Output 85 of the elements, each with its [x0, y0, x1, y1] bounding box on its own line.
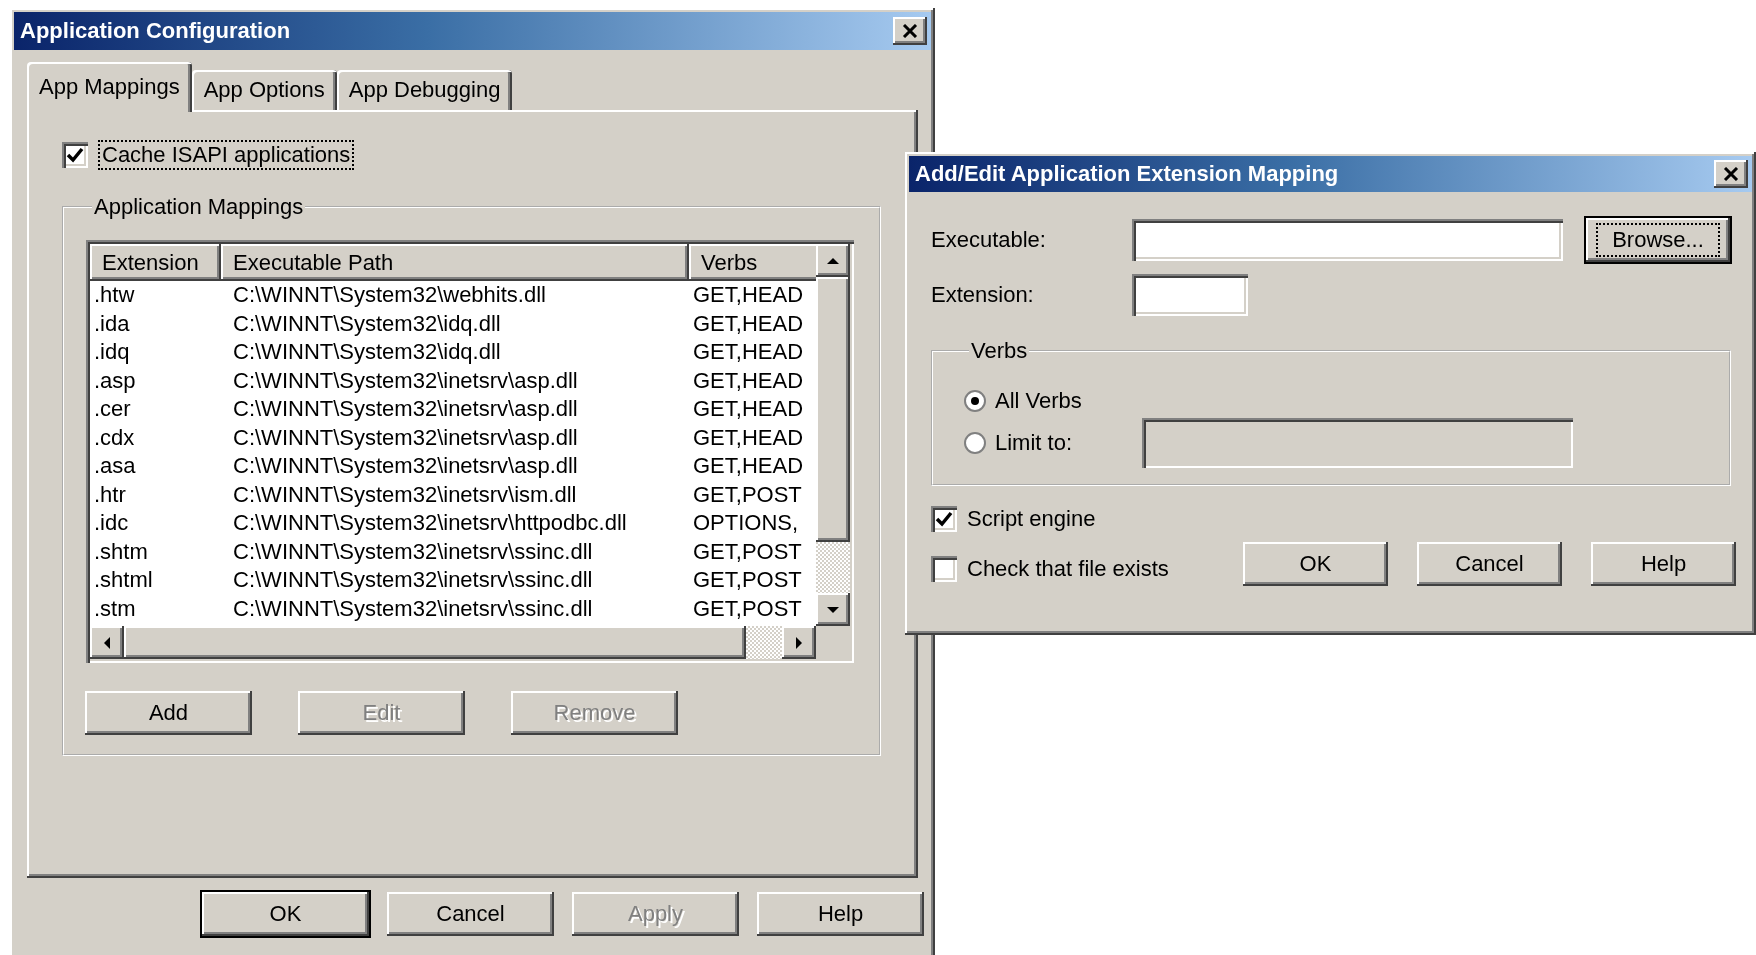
table-cell-text: C:\WINNT\System32\inetsrv\ssinc.dll [232, 538, 594, 565]
table-cell-text: C:\WINNT\System32\inetsrv\asp.dll [232, 453, 579, 480]
table-cell-text: .stm [93, 595, 137, 622]
scroll-thumb[interactable] [816, 277, 850, 542]
checkbox[interactable] [62, 142, 88, 168]
table-cell-text: .cdx [93, 424, 136, 451]
table-cell-text: C:\WINNT\System32\inetsrv\ssinc.dll [232, 567, 594, 594]
dialog-button[interactable]: OK [1241, 540, 1390, 588]
checkmark-icon [66, 147, 84, 163]
tab[interactable]: App Options [191, 70, 337, 110]
table-cell-text: C:\WINNT\System32\inetsrv\asp.dll [232, 424, 579, 451]
checkmark-icon [935, 511, 953, 527]
table-cell-text: GET,POST [692, 481, 803, 508]
table-cell-text: .idc [93, 510, 130, 537]
table-cell-text: GET,HEAD [692, 282, 805, 309]
column-header[interactable]: Executable Path [221, 244, 689, 281]
tab[interactable]: App Debugging [336, 70, 513, 110]
checkbox-label[interactable]: Cache ISAPI applications [98, 140, 355, 170]
field-label: Executable: [931, 227, 1047, 253]
table-cell-text: GET,POST [692, 538, 803, 565]
dialog-button[interactable]: Help [1589, 540, 1738, 588]
close-button[interactable] [893, 17, 927, 45]
left-arrow-icon [102, 636, 112, 649]
close-button[interactable] [1714, 160, 1748, 188]
radio-button[interactable] [963, 389, 987, 413]
radio-label[interactable]: Limit to: [995, 430, 1142, 456]
dialog-button[interactable]: Help [755, 890, 926, 938]
close-icon [902, 24, 918, 38]
table-cell-text: .htr [93, 481, 127, 508]
field-label: Extension: [931, 282, 1035, 308]
table-cell-text: .shtm [93, 538, 149, 565]
dialog-button[interactable]: Cancel [385, 890, 556, 938]
column-header[interactable]: Verbs [689, 244, 816, 281]
scrollbar-corner [816, 626, 850, 659]
table-cell-text: .asa [93, 453, 137, 480]
scroll-thumb[interactable] [124, 626, 746, 659]
scroll-up-button[interactable] [816, 244, 850, 277]
checkbox-label[interactable]: Script engine [967, 506, 1096, 532]
table-cell-text: OPTIONS, [692, 510, 800, 537]
table-cell-text: GET,HEAD [692, 396, 805, 423]
table-cell-text: .idq [93, 339, 131, 366]
dialog-button[interactable]: OK [200, 890, 371, 938]
column-header[interactable]: Extension [90, 244, 221, 281]
down-arrow-icon [827, 604, 839, 615]
tab[interactable]: App Mappings [27, 62, 192, 112]
table-cell-text: GET,HEAD [692, 310, 805, 337]
table-cell-text: C:\WINNT\System32\webhits.dll [232, 282, 547, 309]
table-cell-text: GET,HEAD [692, 339, 805, 366]
up-arrow-icon [827, 255, 839, 266]
input-field[interactable] [1132, 274, 1248, 316]
table-cell-text: GET,POST [692, 567, 803, 594]
table-cell-text: C:\WINNT\System32\idq.dll [232, 339, 502, 366]
table-cell-text: GET,POST [692, 595, 803, 622]
window-title: Application Configuration [20, 18, 291, 44]
checkbox[interactable] [931, 556, 957, 582]
checkbox[interactable] [931, 506, 957, 532]
group-title: Verbs [970, 338, 1029, 364]
table-cell-text: GET,HEAD [692, 453, 805, 480]
right-arrow-icon [794, 636, 804, 649]
close-icon [1723, 167, 1739, 181]
scroll-right-button[interactable] [782, 626, 816, 659]
table-cell-text: C:\WINNT\System32\inetsrv\asp.dll [232, 396, 579, 423]
table-cell-text: C:\WINNT\System32\inetsrv\asp.dll [232, 367, 579, 394]
table-cell-text: C:\WINNT\System32\inetsrv\httpodbc.dll [232, 510, 628, 537]
dialog-button[interactable]: Add [83, 689, 254, 737]
radio-button[interactable] [963, 431, 987, 455]
input-field[interactable] [1132, 219, 1563, 261]
table-cell-text: C:\WINNT\System32\inetsrv\ism.dll [232, 481, 578, 508]
checkbox-label[interactable]: Check that file exists [967, 556, 1169, 582]
group-title: Application Mappings [93, 194, 305, 220]
table-cell-text: .cer [93, 396, 132, 423]
table-cell-text: .htw [93, 282, 136, 309]
table-cell-text: .ida [93, 310, 131, 337]
radio-label[interactable]: All Verbs [995, 388, 1082, 414]
table-cell-text: .asp [93, 367, 137, 394]
table-cell-text: GET,HEAD [692, 424, 805, 451]
table-cell-text: C:\WINNT\System32\inetsrv\ssinc.dll [232, 595, 594, 622]
table-cell-text: C:\WINNT\System32\idq.dll [232, 310, 502, 337]
scroll-down-button[interactable] [816, 593, 850, 626]
window-title: Add/Edit Application Extension Mapping [915, 161, 1339, 187]
table-cell-text: .shtml [93, 567, 154, 594]
table-cell-text: GET,HEAD [692, 367, 805, 394]
browse-button[interactable]: Browse... [1584, 216, 1732, 264]
dialog-button[interactable]: Cancel [1415, 540, 1564, 588]
scroll-left-button[interactable] [90, 626, 124, 659]
